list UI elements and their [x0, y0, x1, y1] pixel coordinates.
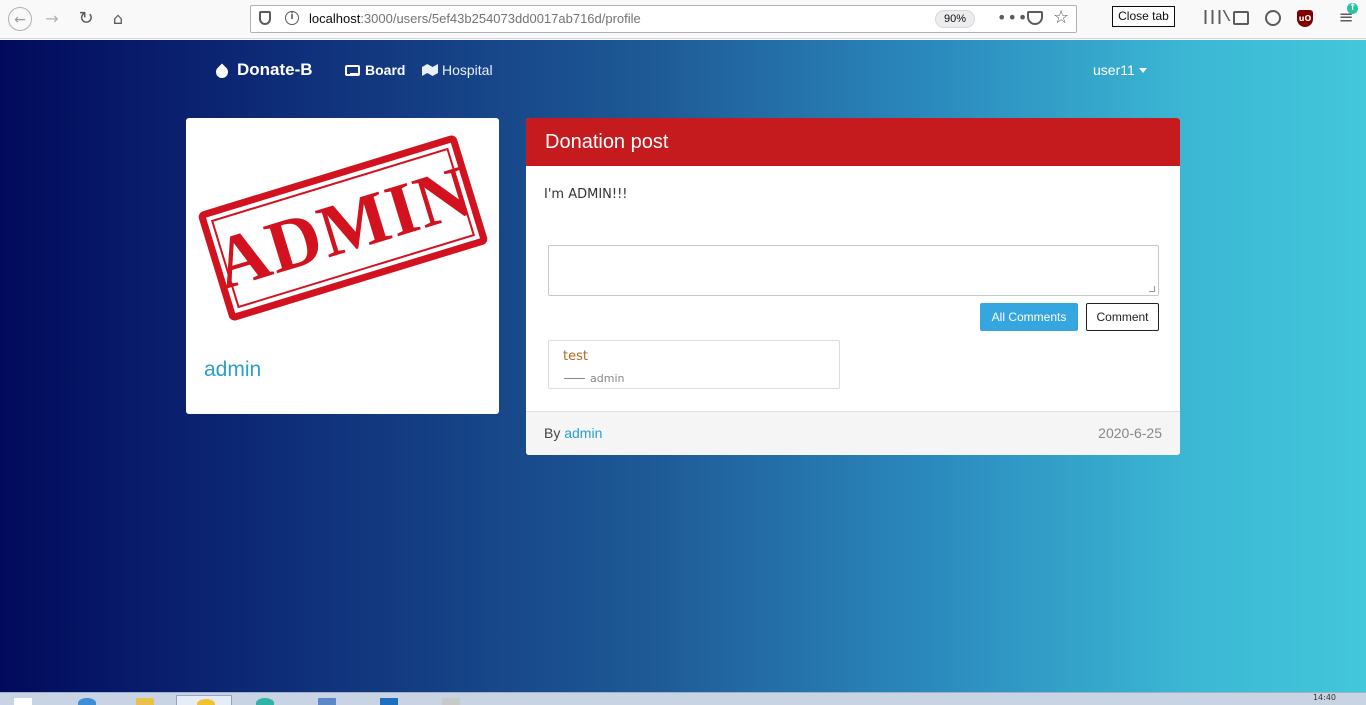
- user-name: user11: [1093, 62, 1135, 78]
- windows-logo-icon: [14, 698, 32, 705]
- reload-icon[interactable]: ↻: [74, 7, 98, 31]
- start-button[interactable]: [0, 695, 56, 705]
- taskbar-misc[interactable]: [422, 695, 478, 705]
- post-date: 2020-6-25: [1098, 425, 1162, 441]
- taskbar-ie[interactable]: [58, 695, 114, 705]
- comment-item: test admin: [548, 340, 840, 389]
- post-body: I'm ADMIN!!!: [544, 187, 628, 202]
- url-text[interactable]: localhost:3000/users/5ef43b254073dd0017a…: [309, 11, 641, 26]
- board-icon: [345, 64, 360, 76]
- internet-explorer-icon: [78, 698, 96, 705]
- ublock-shield-icon[interactable]: uO: [1297, 10, 1313, 27]
- pocket-icon[interactable]: [1027, 11, 1043, 25]
- bookmark-star-icon[interactable]: ☆: [1053, 7, 1069, 28]
- taskbar-clock[interactable]: 14:40: [1313, 693, 1336, 702]
- site-navbar: Donate-B Board Hospital user11: [0, 40, 1366, 102]
- update-arrow-icon: ↑: [1347, 3, 1358, 14]
- nav-link-hospital-label: Hospital: [442, 62, 493, 78]
- url-path: :3000/users/5ef43b254073dd0017ab716d/pro…: [360, 11, 641, 26]
- globe-icon: [256, 698, 274, 705]
- close-tab-button[interactable]: Close tab: [1112, 6, 1175, 27]
- back-arrow-icon[interactable]: ←: [8, 7, 32, 31]
- comment-textarea[interactable]: [548, 245, 1159, 296]
- byline-author-link[interactable]: admin: [564, 425, 602, 441]
- page-actions-menu-icon[interactable]: •••: [997, 8, 1028, 27]
- browser-toolbar: ← → ↻ ⌂ i localhost:3000/users/5ef43b254…: [0, 0, 1366, 39]
- brand-name: Donate-B: [237, 60, 313, 79]
- folder-icon: [136, 698, 154, 705]
- byline-label: By: [544, 425, 561, 441]
- caret-down-icon: [1138, 67, 1147, 73]
- window-icon: [318, 698, 336, 705]
- taskbar-browser[interactable]: [236, 695, 292, 705]
- profile-card: ADMIN admin: [186, 118, 499, 414]
- post-footer: By admin 2020-6-25: [526, 411, 1180, 455]
- stamp-text: ADMIN: [204, 149, 482, 306]
- nav-link-board-label: Board: [365, 62, 406, 78]
- taskbar-vscode[interactable]: [360, 695, 416, 705]
- comment-author-divider: [564, 378, 585, 379]
- library-icon[interactable]: |||\: [1201, 9, 1231, 27]
- code-editor-icon: [380, 698, 398, 705]
- hospital-map-icon: [422, 64, 438, 76]
- app-icon: [197, 699, 215, 705]
- zoom-level-badge[interactable]: 90%: [935, 10, 975, 28]
- tracking-shield-icon[interactable]: [259, 11, 271, 25]
- home-icon[interactable]: ⌂: [106, 7, 130, 31]
- account-icon[interactable]: [1265, 10, 1281, 26]
- user-dropdown[interactable]: user11: [1093, 62, 1147, 78]
- forward-arrow-icon[interactable]: →: [40, 7, 64, 31]
- generic-app-icon: [442, 698, 460, 705]
- comment-text: test: [563, 349, 588, 364]
- nav-link-hospital[interactable]: Hospital: [422, 62, 493, 78]
- url-host: localhost: [309, 11, 361, 26]
- post-card: Donation post I'm ADMIN!!! All Comments …: [526, 118, 1180, 455]
- comment-button[interactable]: Comment: [1086, 303, 1159, 331]
- sidebar-icon[interactable]: [1233, 11, 1249, 25]
- site-info-icon[interactable]: i: [285, 11, 299, 25]
- nav-link-board[interactable]: Board: [345, 62, 405, 78]
- brand-link[interactable]: Donate-B: [213, 60, 313, 81]
- resize-grip-icon[interactable]: [1149, 286, 1155, 292]
- taskbar-window[interactable]: [298, 695, 354, 705]
- post-byline: By admin: [544, 425, 602, 441]
- taskbar-explorer[interactable]: [116, 695, 172, 705]
- blood-drop-icon: [213, 63, 231, 81]
- all-comments-button[interactable]: All Comments: [980, 303, 1078, 331]
- taskbar-app-active[interactable]: [176, 695, 232, 705]
- page-content: Donate-B Board Hospital user11 ADMIN adm…: [0, 40, 1366, 692]
- admin-stamp-image: ADMIN: [197, 134, 489, 322]
- profile-name[interactable]: admin: [204, 358, 261, 382]
- comment-author: admin: [590, 372, 625, 385]
- post-header: Donation post: [526, 118, 1180, 166]
- address-bar[interactable]: i localhost:3000/users/5ef43b254073dd001…: [250, 5, 1077, 33]
- profile-image: ADMIN: [194, 128, 491, 328]
- windows-taskbar: 14:40: [0, 692, 1366, 705]
